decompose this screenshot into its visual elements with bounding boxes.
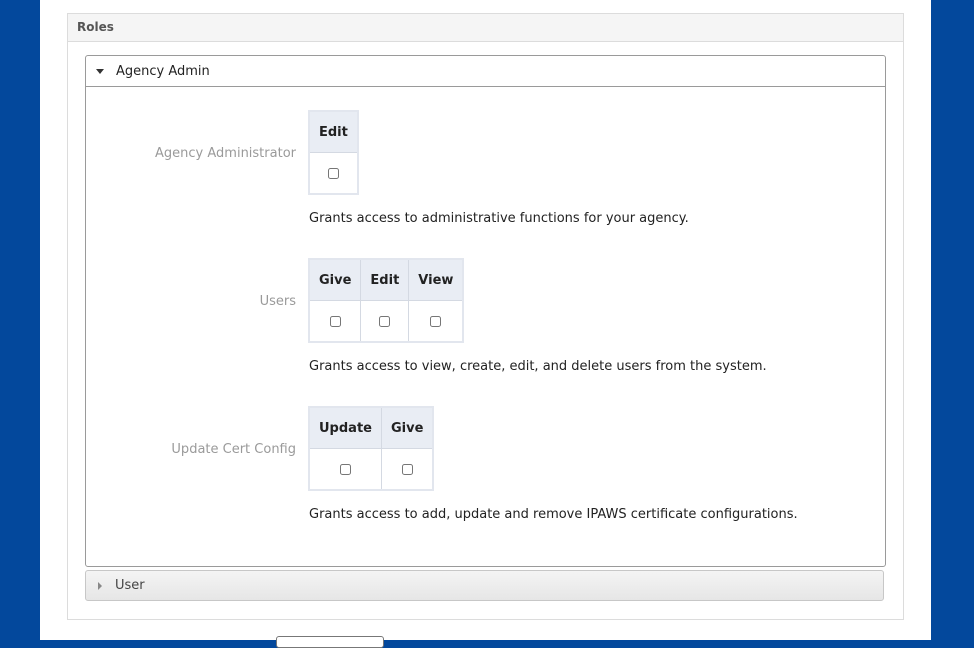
permission-column-header: Edit — [309, 111, 358, 153]
view-checkbox[interactable] — [430, 315, 442, 327]
bottom-button[interactable] — [276, 636, 384, 648]
permission-table: Update Give — [308, 406, 435, 491]
user-section-title: User — [115, 578, 145, 593]
give-checkbox[interactable] — [401, 463, 413, 475]
permission-cell — [309, 152, 358, 194]
permission-column-header: Give — [309, 259, 362, 301]
caret-right-icon — [98, 581, 102, 590]
permission-cell — [309, 300, 362, 342]
permission-cell — [408, 300, 464, 342]
user-accordion-header[interactable]: User — [85, 570, 884, 601]
give-checkbox[interactable] — [329, 315, 341, 327]
permission-column-header: Give — [381, 407, 434, 449]
permission-column-header: Edit — [360, 259, 410, 301]
permission-column-header: Update — [309, 407, 382, 449]
update-checkbox[interactable] — [339, 463, 351, 475]
permission-table: Give Edit View — [308, 258, 465, 343]
role-description: Grants access to view, create, edit, and… — [309, 359, 767, 374]
permission-cell — [381, 448, 434, 490]
role-label: Update Cert Config — [171, 442, 296, 457]
edit-checkbox[interactable] — [327, 167, 339, 179]
permission-cell — [360, 300, 410, 342]
permission-table: Edit — [308, 110, 359, 195]
roles-panel: Roles Agency Admin Agency Administrator … — [67, 13, 904, 620]
permission-cell — [309, 448, 382, 490]
edit-checkbox[interactable] — [379, 315, 391, 327]
agency-admin-title: Agency Admin — [116, 63, 210, 79]
role-label: Agency Administrator — [155, 146, 296, 161]
page-content: Roles Agency Admin Agency Administrator … — [40, 0, 931, 648]
role-description: Grants access to add, update and remove … — [309, 507, 798, 522]
role-description: Grants access to administrative function… — [309, 211, 689, 226]
caret-down-icon — [96, 68, 104, 74]
roles-panel-title: Roles — [68, 14, 903, 42]
permission-column-header: View — [408, 259, 464, 301]
agency-admin-accordion: Agency Admin Agency Administrator Edit G… — [85, 55, 886, 567]
agency-admin-accordion-header[interactable]: Agency Admin — [86, 56, 885, 87]
role-label: Users — [259, 294, 296, 309]
